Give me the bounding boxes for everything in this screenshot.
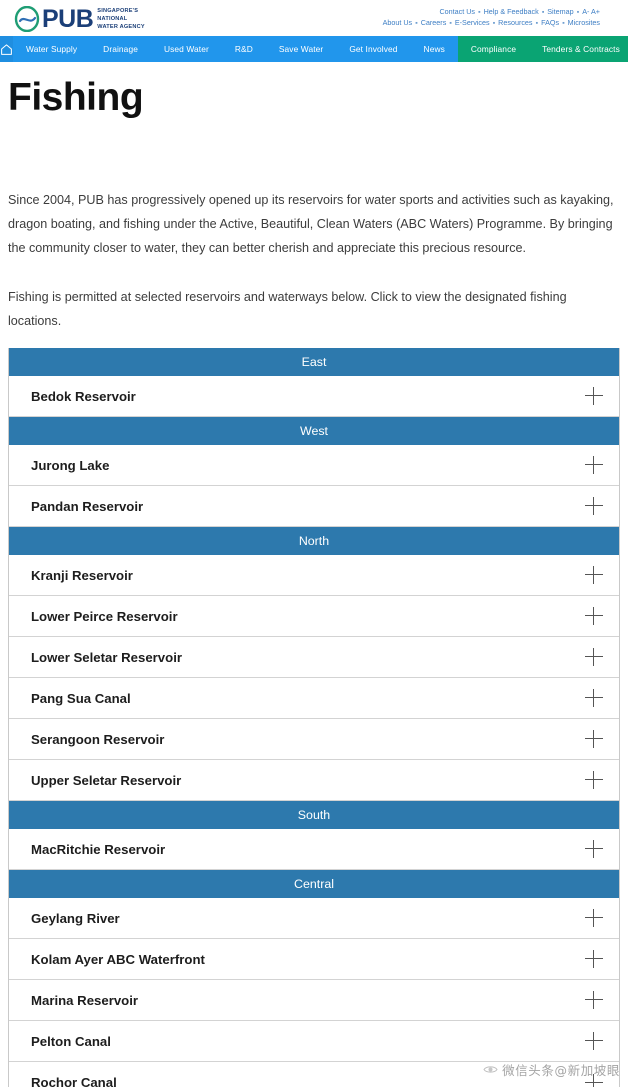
home-icon bbox=[1, 43, 12, 55]
utility-link-faqs[interactable]: FAQs bbox=[541, 18, 559, 27]
plus-icon[interactable] bbox=[585, 1032, 603, 1050]
intro-paragraph: Since 2004, PUB has progressively opened… bbox=[8, 193, 614, 255]
accordion-row-label: Upper Seletar Reservoir bbox=[31, 772, 182, 788]
accordion-row-label: Pandan Reservoir bbox=[31, 498, 144, 514]
accordion-row-label: Rochor Canal bbox=[31, 1075, 117, 1087]
accordion-row-label: Pang Sua Canal bbox=[31, 690, 131, 706]
plus-icon[interactable] bbox=[585, 771, 603, 789]
site-logo[interactable]: PUB SINGAPORE'S NATIONAL WATER AGENCY bbox=[8, 4, 145, 32]
utility-link-microsites[interactable]: Microsites bbox=[568, 18, 600, 27]
accordion-row[interactable]: Kranji Reservoir bbox=[9, 555, 619, 596]
utility-separator: ▪ bbox=[562, 18, 565, 27]
plus-icon[interactable] bbox=[585, 1073, 603, 1087]
utility-separator: ▪ bbox=[541, 7, 545, 16]
nav-home-button[interactable] bbox=[0, 36, 13, 62]
section-header-central: Central bbox=[9, 870, 619, 898]
accordion-row[interactable]: Serangoon Reservoir bbox=[9, 719, 619, 760]
accordion-row-label: Lower Peirce Reservoir bbox=[31, 608, 178, 624]
pub-water-droplet-logo-icon bbox=[14, 6, 40, 32]
nav-item-used-water[interactable]: Used Water bbox=[151, 36, 222, 62]
text-size-increase-button[interactable]: A+ bbox=[591, 7, 600, 16]
site-header: PUB SINGAPORE'S NATIONAL WATER AGENCY Co… bbox=[0, 0, 628, 36]
utility-links-row-1: Contact Us ▪ Help & Feedback ▪ Sitemap ▪ A- A+ bbox=[383, 6, 600, 17]
accordion-row[interactable]: Pelton Canal bbox=[9, 1021, 619, 1062]
accordion-row[interactable]: Lower Seletar Reservoir bbox=[9, 637, 619, 678]
utility-link-sitemap[interactable]: Sitemap bbox=[547, 7, 573, 16]
accordion-row-label: Kranji Reservoir bbox=[31, 567, 133, 583]
accordion-row[interactable]: Bedok Reservoir bbox=[9, 376, 619, 417]
accordion-row-label: Jurong Lake bbox=[31, 457, 110, 473]
accordion-row-label: Serangoon Reservoir bbox=[31, 731, 165, 747]
section-header-west: West bbox=[9, 417, 619, 445]
utility-link-e-services[interactable]: E-Services bbox=[455, 18, 490, 27]
nav-highlight-group: Compliance Tenders & Contracts bbox=[457, 36, 628, 62]
plus-icon[interactable] bbox=[585, 566, 603, 584]
accordion-row[interactable]: Lower Peirce Reservoir bbox=[9, 596, 619, 637]
accordion-row[interactable]: Pang Sua Canal bbox=[9, 678, 619, 719]
section-header-south: South bbox=[9, 801, 619, 829]
utility-link-resources[interactable]: Resources bbox=[498, 18, 532, 27]
plus-icon[interactable] bbox=[585, 950, 603, 968]
accordion-row-label: Kolam Ayer ABC Waterfront bbox=[31, 951, 205, 967]
utility-separator: ▪ bbox=[478, 7, 481, 16]
utility-separator: ▪ bbox=[535, 18, 539, 27]
brand-tagline-line3: WATER AGENCY bbox=[97, 24, 145, 31]
utility-links-row-2: About Us ▪ Careers ▪ E-Services ▪ Resources ▪ FA… bbox=[383, 17, 600, 28]
plus-icon[interactable] bbox=[585, 840, 603, 858]
utility-separator: ▪ bbox=[492, 18, 496, 27]
plus-icon[interactable] bbox=[585, 689, 603, 707]
fishing-locations-accordion: East Bedok Reservoir West Jurong Lake Pandan… bbox=[8, 348, 620, 1087]
nav-item-tenders-contracts[interactable]: Tenders & Contracts bbox=[529, 36, 628, 62]
accordion-row-label: Geylang River bbox=[31, 910, 120, 926]
nav-item-save-water[interactable]: Save Water bbox=[266, 36, 336, 62]
plus-icon[interactable] bbox=[585, 607, 603, 625]
accordion-row[interactable]: Kolam Ayer ABC Waterfront bbox=[9, 939, 619, 980]
accordion-row-label: Bedok Reservoir bbox=[31, 388, 136, 404]
utility-link-about-us[interactable]: About Us bbox=[383, 18, 413, 27]
nav-item-get-involved[interactable]: Get Involved bbox=[336, 36, 410, 62]
plus-icon[interactable] bbox=[585, 387, 603, 405]
page-content: Fishing Since 2004, PUB has progressivel… bbox=[0, 62, 628, 1087]
utility-separator: ▪ bbox=[576, 7, 580, 16]
accordion-row[interactable]: MacRitchie Reservoir bbox=[9, 829, 619, 870]
plus-icon[interactable] bbox=[585, 991, 603, 1009]
brand-tagline: SINGAPORE'S NATIONAL WATER AGENCY bbox=[97, 7, 144, 32]
section-header-north: North bbox=[9, 527, 619, 555]
accordion-row[interactable]: Geylang River bbox=[9, 898, 619, 939]
plus-icon[interactable] bbox=[585, 456, 603, 474]
accordion-row[interactable]: Pandan Reservoir bbox=[9, 486, 619, 527]
brand-tagline-line1: SINGAPORE'S bbox=[97, 7, 139, 14]
plus-icon[interactable] bbox=[585, 909, 603, 927]
plus-icon[interactable] bbox=[585, 648, 603, 666]
accordion-row[interactable]: Jurong Lake bbox=[9, 445, 619, 486]
instruction-paragraph: Fishing is permitted at selected reservo… bbox=[8, 290, 567, 328]
accordion-row[interactable]: Rochor Canal bbox=[9, 1062, 619, 1087]
accordion-row-label: MacRitchie Reservoir bbox=[31, 841, 166, 857]
text-size-decrease-button[interactable]: A- bbox=[582, 7, 589, 16]
utility-link-contact-us[interactable]: Contact Us bbox=[439, 7, 475, 16]
accordion-row[interactable]: Upper Seletar Reservoir bbox=[9, 760, 619, 801]
utility-link-help-feedback[interactable]: Help & Feedback bbox=[484, 7, 539, 16]
nav-item-rnd[interactable]: R&D bbox=[222, 36, 266, 62]
nav-item-news[interactable]: News bbox=[411, 36, 458, 62]
accordion-row-label: Marina Reservoir bbox=[31, 992, 139, 1008]
utility-separator: ▪ bbox=[449, 18, 452, 27]
utility-separator: ▪ bbox=[415, 18, 418, 27]
utility-links: Contact Us ▪ Help & Feedback ▪ Sitemap ▪ A- A+… bbox=[383, 4, 620, 28]
utility-link-careers[interactable]: Careers bbox=[421, 18, 447, 27]
accordion-row[interactable]: Marina Reservoir bbox=[9, 980, 619, 1021]
brand-tagline-line2: NATIONAL bbox=[97, 15, 128, 22]
page-title: Fishing bbox=[8, 76, 144, 119]
main-navigation: Water Supply Drainage Used Water R&D Sav… bbox=[0, 36, 628, 62]
section-header-east: East bbox=[9, 348, 619, 376]
plus-icon[interactable] bbox=[585, 497, 603, 515]
nav-item-water-supply[interactable]: Water Supply bbox=[13, 36, 90, 62]
plus-icon[interactable] bbox=[585, 730, 603, 748]
nav-item-drainage[interactable]: Drainage bbox=[90, 36, 151, 62]
accordion-row-label: Lower Seletar Reservoir bbox=[31, 649, 182, 665]
brand-wordmark: PUB bbox=[42, 5, 94, 33]
nav-item-compliance[interactable]: Compliance bbox=[458, 36, 529, 62]
accordion-row-label: Pelton Canal bbox=[31, 1033, 111, 1049]
